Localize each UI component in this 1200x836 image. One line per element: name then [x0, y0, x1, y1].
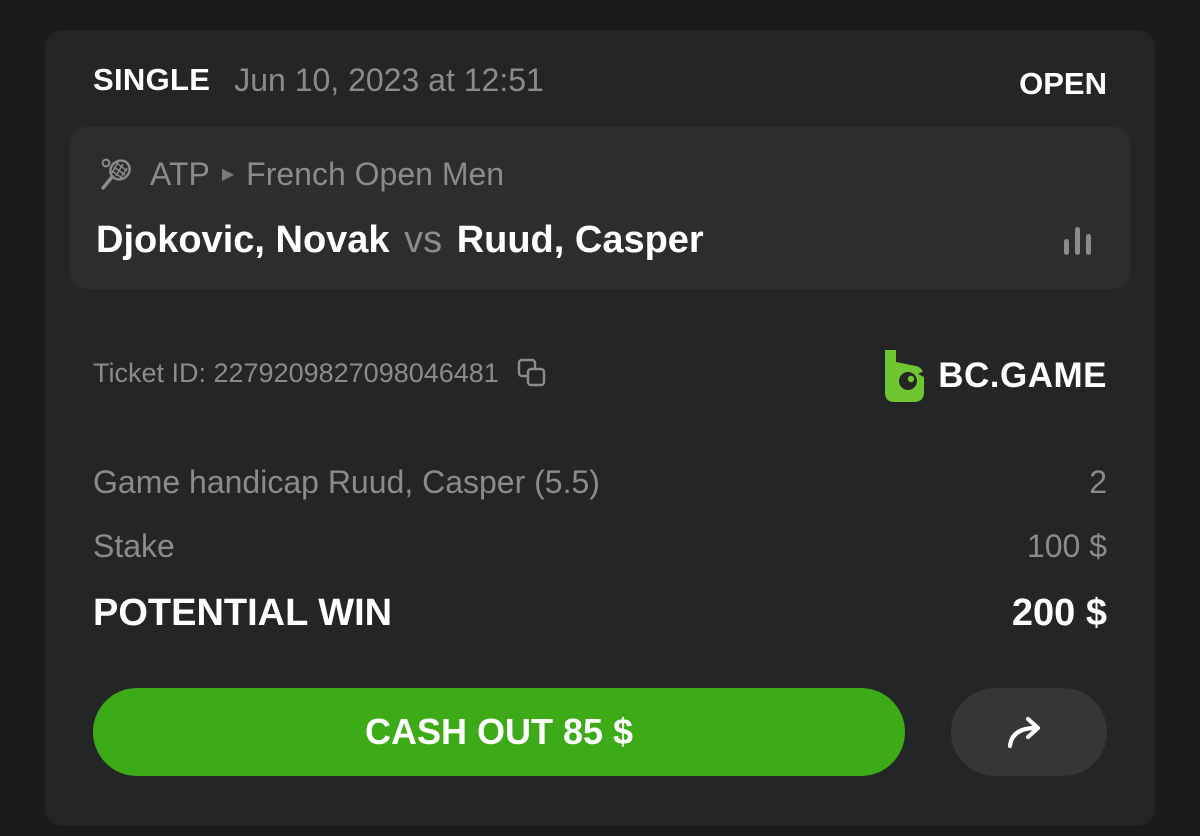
event-panel[interactable]: ATP ▶ French Open Men Djokovic, Novak vs… — [70, 127, 1130, 289]
vs-separator: vs — [404, 219, 443, 261]
ticket-id: Ticket ID: 2279209827098046481 — [93, 357, 499, 388]
brand-logo: BC.GAME — [882, 348, 1107, 404]
breadcrumb-league[interactable]: ATP — [150, 156, 210, 193]
market-odds: 2 — [1089, 464, 1107, 500]
bet-ticket-card: SINGLE Jun 10, 2023 at 12:51 OPEN ATP ▶ … — [45, 30, 1155, 826]
cash-out-button[interactable]: CASH OUT 85 $ — [93, 688, 905, 776]
market-label: Game handicap Ruud, Casper (5.5) — [93, 464, 600, 500]
ticket-id-row: Ticket ID: 2279209827098046481 — [93, 356, 549, 390]
stake-value: 100 $ — [1026, 528, 1107, 564]
breadcrumb-tournament[interactable]: French Open Men — [246, 156, 504, 193]
stake-label: Stake — [93, 528, 175, 564]
market-row: Game handicap Ruud, Casper (5.5) 2 — [93, 464, 1107, 501]
match-title: Djokovic, Novak vs Ruud, Casper — [96, 219, 704, 262]
breadcrumb: ATP ▶ French Open Men — [98, 155, 504, 193]
copy-icon[interactable] — [515, 356, 549, 390]
bet-status-badge: OPEN — [1019, 66, 1107, 101]
potential-win-label: POTENTIAL WIN — [93, 592, 393, 634]
chevron-right-icon: ▶ — [221, 166, 235, 183]
stake-row: Stake 100 $ — [93, 528, 1107, 565]
home-player: Djokovic, Novak — [96, 219, 390, 261]
bar-chart-icon[interactable] — [1062, 225, 1098, 255]
away-player: Ruud, Casper — [456, 219, 704, 261]
brand-name: BC.GAME — [938, 356, 1107, 395]
share-button[interactable] — [951, 688, 1107, 776]
potential-win-row: POTENTIAL WIN 200 $ — [93, 592, 1107, 635]
potential-win-value: 200 $ — [1011, 592, 1107, 634]
share-arrow-icon — [1007, 716, 1041, 749]
tennis-icon — [101, 158, 131, 190]
bc-game-logo-icon — [885, 350, 927, 402]
bet-date: Jun 10, 2023 at 12:51 — [234, 61, 544, 98]
ticket-header: SINGLE Jun 10, 2023 at 12:51 OPEN — [93, 60, 1107, 102]
bet-type-label: SINGLE — [93, 62, 211, 97]
